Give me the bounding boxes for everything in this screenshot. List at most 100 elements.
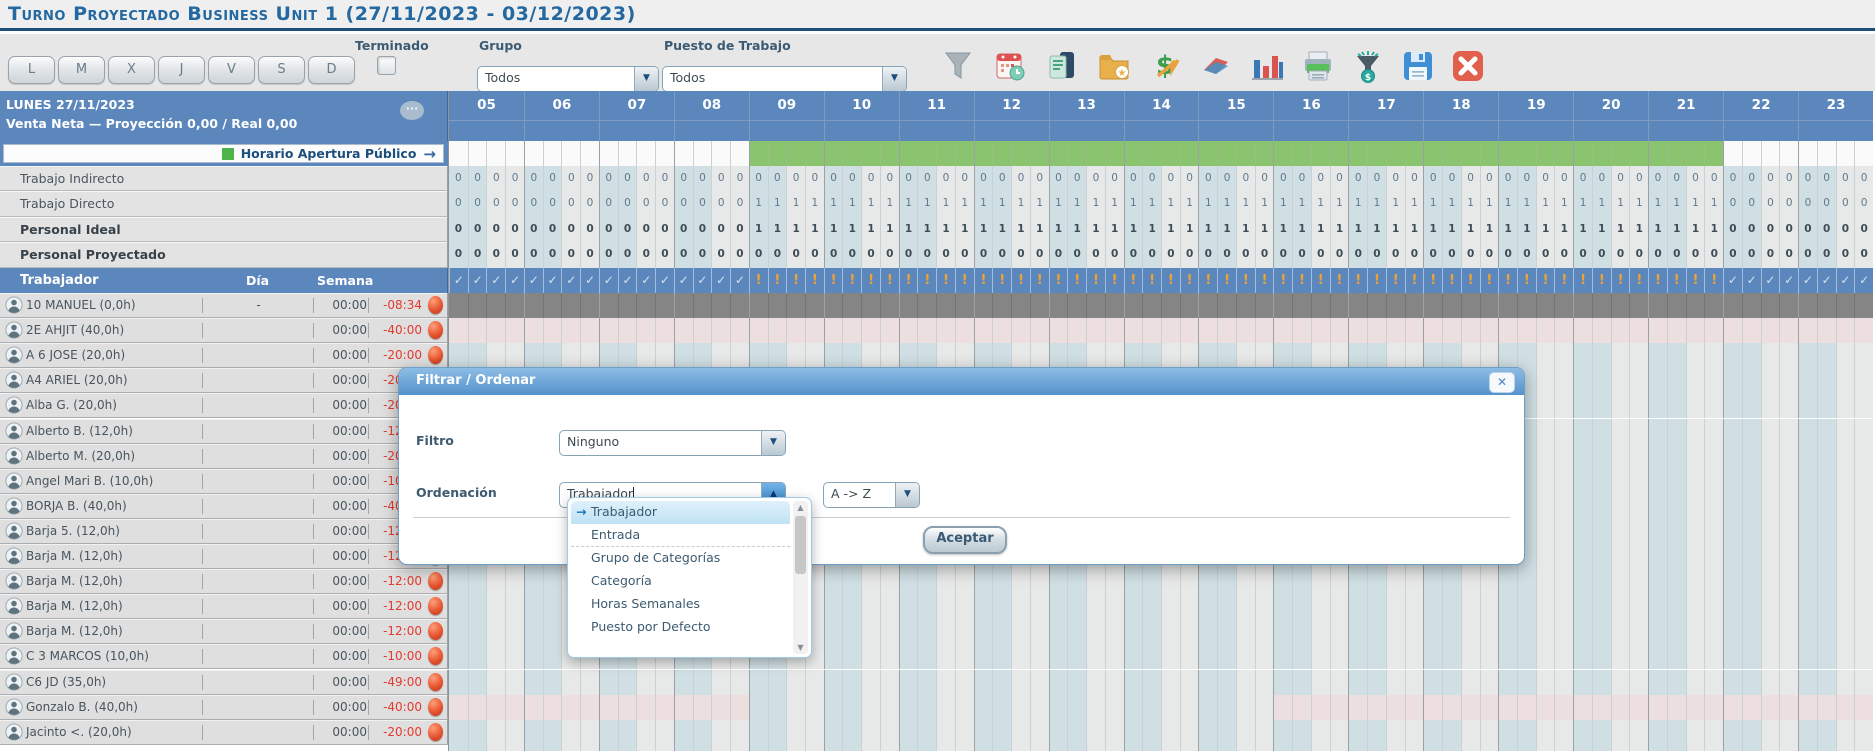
save-icon[interactable] xyxy=(1400,48,1436,84)
coverage-alert-icon[interactable]: ! xyxy=(1254,268,1274,293)
coverage-alert-icon[interactable]: ! xyxy=(1029,268,1049,293)
coverage-alert-icon[interactable]: ! xyxy=(1442,268,1461,293)
sort-direction-select[interactable]: A -> Z ▼ xyxy=(823,482,920,508)
coverage-ok-icon[interactable]: ✓ xyxy=(486,268,505,293)
coverage-ok-icon[interactable]: ✓ xyxy=(1779,268,1798,293)
worker-status-icon[interactable] xyxy=(428,647,443,666)
coverage-alert-icon[interactable]: ! xyxy=(804,268,824,293)
sort-option[interactable]: Puesto por Defecto xyxy=(571,616,790,639)
worker-row[interactable]: Alberto B. (12,0h)00:00-12:00 xyxy=(0,418,448,444)
worker-row[interactable]: BORJA B. (40,0h)00:00-40:00 xyxy=(0,493,448,519)
coverage-alert-icon[interactable]: ! xyxy=(1610,268,1630,293)
sort-option[interactable]: Entrada xyxy=(571,524,790,547)
worker-row[interactable]: Barja M. (12,0h)00:00-12:00 xyxy=(0,569,448,595)
coverage-alert-icon[interactable]: ! xyxy=(1404,268,1424,293)
coverage-alert-icon[interactable]: ! xyxy=(1648,268,1667,293)
worker-row[interactable]: A 6 JOSE (20,0h) 00:00 -20:00 xyxy=(0,343,448,369)
coverage-alert-icon[interactable]: ! xyxy=(1498,268,1517,293)
coverage-alert-icon[interactable]: ! xyxy=(1591,268,1611,293)
worker-row[interactable]: Barja M. (12,0h)00:00-12:00 xyxy=(0,619,448,645)
worker-row[interactable]: Barja M. (12,0h)00:00-12:00 xyxy=(0,594,448,620)
coverage-alert-icon[interactable]: ! xyxy=(1273,268,1292,293)
coverage-alert-icon[interactable]: ! xyxy=(973,268,993,293)
coverage-alert-icon[interactable]: ! xyxy=(1292,268,1311,293)
coverage-alert-icon[interactable]: ! xyxy=(1423,268,1442,293)
coverage-alert-icon[interactable]: ! xyxy=(954,268,974,293)
worker-status-icon[interactable] xyxy=(428,321,443,340)
filter-cost-icon[interactable]: $ xyxy=(1350,48,1386,84)
sales-trend-icon[interactable]: $ xyxy=(1146,48,1182,84)
worker-row[interactable]: A4 ARIEL (20,0h)00:00-20:00 xyxy=(0,368,448,394)
chevron-down-icon[interactable]: ▼ xyxy=(634,67,658,91)
scroll-thumb[interactable] xyxy=(795,516,806,574)
worker-status-icon[interactable] xyxy=(428,572,443,591)
worker-row[interactable]: Jacinto <. (20,0h) 00:00 -20:00 xyxy=(0,719,448,745)
day-button-M[interactable]: M xyxy=(58,56,105,84)
scroll-up-icon[interactable]: ▲ xyxy=(793,501,808,514)
coverage-alert-icon[interactable]: ! xyxy=(767,268,787,293)
grupo-select[interactable]: Todos ▼ xyxy=(477,66,659,92)
coverage-alert-icon[interactable]: ! xyxy=(1198,268,1217,293)
chevron-down-icon[interactable]: ▼ xyxy=(761,431,785,455)
worker-status-icon[interactable] xyxy=(428,622,443,641)
coverage-ok-icon[interactable]: ✓ xyxy=(692,268,712,293)
worker-row[interactable]: Alberto M. (20,0h)00:00-20:00 xyxy=(0,443,448,469)
coverage-ok-icon[interactable]: ✓ xyxy=(1854,268,1873,293)
coverage-alert-icon[interactable]: ! xyxy=(1367,268,1386,293)
worker-grid-row[interactable] xyxy=(448,293,1873,319)
coverage-alert-icon[interactable]: ! xyxy=(1516,268,1536,293)
coverage-ok-icon[interactable]: ✓ xyxy=(1723,268,1742,293)
coverage-alert-icon[interactable]: ! xyxy=(823,268,843,293)
worker-grid-row[interactable] xyxy=(448,719,1873,745)
coverage-alert-icon[interactable]: ! xyxy=(1554,268,1573,293)
worker-row[interactable]: Alba G. (20,0h)00:00-20:00 xyxy=(0,393,448,419)
worker-status-icon[interactable] xyxy=(428,346,443,365)
coverage-ok-icon[interactable]: ✓ xyxy=(1816,268,1836,293)
coverage-alert-icon[interactable]: ! xyxy=(1011,268,1030,293)
coverage-alert-icon[interactable]: ! xyxy=(1573,268,1592,293)
coverage-alert-icon[interactable]: ! xyxy=(1629,268,1648,293)
coverage-alert-icon[interactable]: ! xyxy=(861,268,880,293)
coverage-alert-icon[interactable]: ! xyxy=(1704,268,1723,293)
worker-row[interactable]: Gonzalo B. (40,0h) 00:00 -40:00 xyxy=(0,694,448,720)
coverage-alert-icon[interactable]: ! xyxy=(1142,268,1161,293)
coverage-alert-icon[interactable]: ! xyxy=(1329,268,1349,293)
coverage-ok-icon[interactable]: ✓ xyxy=(449,268,468,293)
worker-grid-row[interactable] xyxy=(448,694,1873,720)
arrow-right-icon[interactable]: → xyxy=(423,146,436,161)
accept-button[interactable]: Aceptar xyxy=(923,526,1007,554)
coverage-alert-icon[interactable]: ! xyxy=(1179,268,1199,293)
coverage-alert-icon[interactable]: ! xyxy=(842,268,861,293)
coverage-alert-icon[interactable]: ! xyxy=(1479,268,1499,293)
coverage-alert-icon[interactable]: ! xyxy=(936,268,955,293)
coverage-alert-icon[interactable]: ! xyxy=(786,268,805,293)
eraser-icon[interactable] xyxy=(1198,48,1234,84)
chevron-down-icon[interactable]: ▼ xyxy=(895,483,919,507)
coverage-alert-icon[interactable]: ! xyxy=(1460,268,1480,293)
day-button-S[interactable]: S xyxy=(258,56,305,84)
day-button-D[interactable]: D xyxy=(308,56,355,84)
sort-option[interactable]: Horas Semanales xyxy=(571,593,790,616)
coverage-ok-icon[interactable]: ✓ xyxy=(561,268,580,293)
schedule-calendar-icon[interactable] xyxy=(992,48,1028,84)
coverage-ok-icon[interactable]: ✓ xyxy=(655,268,674,293)
filter-icon[interactable] xyxy=(940,48,976,84)
coverage-ok-icon[interactable]: ✓ xyxy=(730,268,749,293)
coverage-alert-icon[interactable]: ! xyxy=(1048,268,1068,293)
worker-status-icon[interactable] xyxy=(428,296,443,314)
dialog-close-icon[interactable]: ✕ xyxy=(1489,372,1515,393)
coverage-alert-icon[interactable]: ! xyxy=(748,268,768,293)
comment-bubble-icon[interactable]: ··· xyxy=(400,101,424,120)
coverage-ok-icon[interactable]: ✓ xyxy=(636,268,655,293)
coverage-ok-icon[interactable]: ✓ xyxy=(673,268,693,293)
close-icon[interactable] xyxy=(1450,48,1486,84)
sort-option[interactable]: Grupo de Categorías xyxy=(571,547,790,570)
worker-status-icon[interactable] xyxy=(428,722,443,741)
worker-row[interactable]: Barja M. (12,0h)00:00-12:00 xyxy=(0,544,448,570)
coverage-alert-icon[interactable]: ! xyxy=(1086,268,1105,293)
coverage-alert-icon[interactable]: ! xyxy=(1535,268,1555,293)
coverage-ok-icon[interactable]: ✓ xyxy=(505,268,524,293)
worker-status-icon[interactable] xyxy=(428,597,443,616)
filtro-select[interactable]: Ninguno ▼ xyxy=(559,430,786,456)
terminado-checkbox[interactable] xyxy=(377,56,396,75)
